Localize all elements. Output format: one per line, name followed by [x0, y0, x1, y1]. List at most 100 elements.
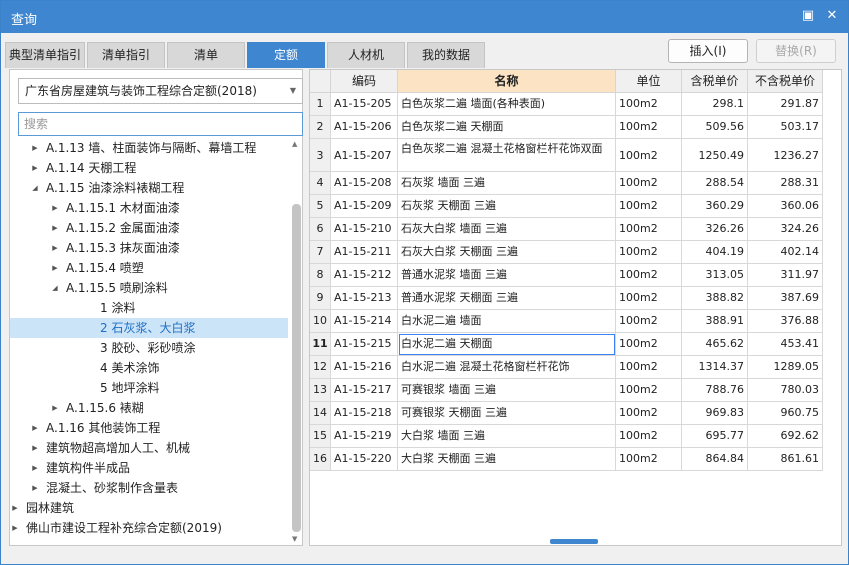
row-number[interactable]: 15 — [310, 425, 331, 448]
tree-node[interactable]: ▶ 佛山市建设工程补充综合定额(2019) — [10, 518, 288, 538]
price-notax-cell[interactable]: 291.87 — [748, 93, 823, 116]
expand-arrow-icon[interactable]: ▶ — [50, 198, 60, 218]
unit-cell[interactable]: 100m2 — [616, 425, 682, 448]
row-number[interactable]: 11 — [310, 333, 331, 356]
row-number[interactable]: 7 — [310, 241, 331, 264]
name-cell[interactable]: 石灰大白浆 墙面 三遍 — [398, 218, 616, 241]
unit-cell[interactable]: 100m2 — [616, 241, 682, 264]
price-notax-cell[interactable]: 376.88 — [748, 310, 823, 333]
tree-scroll-thumb[interactable] — [292, 204, 301, 532]
price-tax-cell[interactable]: 864.84 — [682, 448, 748, 471]
table-row[interactable]: 3 A1-15-207 白色灰浆二遍 混凝土花格窗栏杆花饰双面 100m2 1250.4… — [310, 139, 823, 172]
name-cell[interactable]: 大白浆 墙面 三遍 — [398, 425, 616, 448]
expand-arrow-icon[interactable]: ▶ — [50, 258, 60, 278]
row-number[interactable]: 3 — [310, 139, 331, 172]
name-cell[interactable]: 普通水泥浆 天棚面 三遍 — [398, 287, 616, 310]
price-notax-cell[interactable]: 1236.27 — [748, 139, 823, 172]
unit-cell[interactable]: 100m2 — [616, 195, 682, 218]
expand-arrow-icon[interactable]: ▶ — [30, 458, 40, 478]
price-notax-cell[interactable]: 360.06 — [748, 195, 823, 218]
tab-labor-material-machine[interactable]: 人材机 — [327, 42, 405, 68]
tree-node[interactable]: ◢ A.1.15.5 喷刷涂料 — [10, 278, 288, 298]
insert-button[interactable]: 插入(I) — [668, 39, 748, 63]
name-cell[interactable]: 白水泥二遍 天棚面 — [398, 333, 616, 356]
price-notax-cell[interactable]: 1289.05 — [748, 356, 823, 379]
dataset-select[interactable]: 广东省房屋建筑与装饰工程综合定额(2018) ▼ — [18, 78, 303, 104]
tree-node[interactable]: ▶ A.1.15.6 裱糊 — [10, 398, 288, 418]
row-number[interactable]: 12 — [310, 356, 331, 379]
price-tax-cell[interactable]: 969.83 — [682, 402, 748, 425]
price-notax-cell[interactable]: 960.75 — [748, 402, 823, 425]
name-cell[interactable]: 白水泥二遍 墙面 — [398, 310, 616, 333]
table-row[interactable]: 1 A1-15-205 白色灰浆二遍 墙面(各种表面) 100m2 298.1 291.8… — [310, 93, 823, 116]
code-cell[interactable]: A1-15-218 — [331, 402, 398, 425]
unit-cell[interactable]: 100m2 — [616, 448, 682, 471]
table-row[interactable]: 13 A1-15-217 可赛银浆 墙面 三遍 100m2 788.76 780.03 — [310, 379, 823, 402]
unit-cell[interactable]: 100m2 — [616, 356, 682, 379]
name-cell[interactable]: 可赛银浆 天棚面 三遍 — [398, 402, 616, 425]
code-cell[interactable]: A1-15-213 — [331, 287, 398, 310]
code-cell[interactable]: A1-15-206 — [331, 116, 398, 139]
unit-cell[interactable]: 100m2 — [616, 333, 682, 356]
tree-node[interactable]: ▶ A.1.15.4 喷塑 — [10, 258, 288, 278]
name-cell[interactable]: 白色灰浆二遍 天棚面 — [398, 116, 616, 139]
close-icon[interactable]: ✕ — [823, 7, 841, 25]
tab-list-guide[interactable]: 清单指引 — [87, 42, 165, 68]
price-tax-cell[interactable]: 509.56 — [682, 116, 748, 139]
price-notax-cell[interactable]: 387.69 — [748, 287, 823, 310]
table-row[interactable]: 7 A1-15-211 石灰大白浆 天棚面 三遍 100m2 404.19 402.14 — [310, 241, 823, 264]
table-row[interactable]: 9 A1-15-213 普通水泥浆 天棚面 三遍 100m2 388.82 387.69 — [310, 287, 823, 310]
price-tax-cell[interactable]: 788.76 — [682, 379, 748, 402]
tree-node[interactable]: ▶ 园林建筑 — [10, 498, 288, 518]
code-cell[interactable]: A1-15-217 — [331, 379, 398, 402]
unit-cell[interactable]: 100m2 — [616, 402, 682, 425]
row-number[interactable]: 14 — [310, 402, 331, 425]
price-tax-cell[interactable]: 1250.49 — [682, 139, 748, 172]
price-notax-cell[interactable]: 861.61 — [748, 448, 823, 471]
name-cell[interactable]: 白色灰浆二遍 混凝土花格窗栏杆花饰双面 — [398, 139, 616, 172]
price-notax-cell[interactable]: 311.97 — [748, 264, 823, 287]
row-number[interactable]: 5 — [310, 195, 331, 218]
search-input[interactable] — [18, 112, 303, 136]
tree-node[interactable]: 3 胶砂、彩砂喷涂 — [10, 338, 288, 358]
expand-arrow-icon[interactable]: ▶ — [30, 158, 40, 178]
row-number[interactable]: 4 — [310, 172, 331, 195]
replace-button[interactable]: 替换(R) — [756, 39, 836, 63]
table-row[interactable]: 11 A1-15-215 白水泥二遍 天棚面 100m2 465.62 453.41 — [310, 333, 823, 356]
price-tax-cell[interactable]: 465.62 — [682, 333, 748, 356]
row-number[interactable]: 8 — [310, 264, 331, 287]
unit-cell[interactable]: 100m2 — [616, 93, 682, 116]
price-notax-cell[interactable]: 453.41 — [748, 333, 823, 356]
price-notax-cell[interactable]: 288.31 — [748, 172, 823, 195]
price-notax-cell[interactable]: 780.03 — [748, 379, 823, 402]
expand-arrow-icon[interactable]: ▶ — [50, 398, 60, 418]
expand-arrow-icon[interactable]: ▶ — [10, 518, 20, 538]
code-cell[interactable]: A1-15-208 — [331, 172, 398, 195]
expand-arrow-icon[interactable]: ▶ — [10, 498, 20, 518]
unit-cell[interactable]: 100m2 — [616, 218, 682, 241]
row-number[interactable]: 2 — [310, 116, 331, 139]
expand-arrow-icon[interactable]: ▶ — [50, 238, 60, 258]
tab-my-data[interactable]: 我的数据 — [407, 42, 485, 68]
collapse-arrow-icon[interactable]: ◢ — [50, 278, 60, 298]
tab-quota[interactable]: 定额 — [247, 42, 325, 68]
header-name[interactable]: 名称 — [398, 70, 616, 93]
code-cell[interactable]: A1-15-214 — [331, 310, 398, 333]
price-notax-cell[interactable]: 692.62 — [748, 425, 823, 448]
row-number[interactable]: 6 — [310, 218, 331, 241]
tree-node[interactable]: ▶ 混凝土、砂浆制作含量表 — [10, 478, 288, 498]
code-cell[interactable]: A1-15-212 — [331, 264, 398, 287]
splitter-handle[interactable] — [550, 539, 598, 544]
tree-node[interactable]: ◢ A.1.15 油漆涂料裱糊工程 — [10, 178, 288, 198]
price-tax-cell[interactable]: 1314.37 — [682, 356, 748, 379]
name-cell[interactable]: 石灰大白浆 天棚面 三遍 — [398, 241, 616, 264]
code-cell[interactable]: A1-15-211 — [331, 241, 398, 264]
price-tax-cell[interactable]: 695.77 — [682, 425, 748, 448]
collapse-arrow-icon[interactable]: ◢ — [30, 178, 40, 198]
tree-node[interactable]: 5 地坪涂料 — [10, 378, 288, 398]
price-tax-cell[interactable]: 326.26 — [682, 218, 748, 241]
tree-node[interactable]: ▶ 建筑物超高增加人工、机械 — [10, 438, 288, 458]
code-cell[interactable]: A1-15-215 — [331, 333, 398, 356]
expand-arrow-icon[interactable]: ▶ — [30, 478, 40, 498]
name-cell[interactable]: 白色灰浆二遍 墙面(各种表面) — [398, 93, 616, 116]
